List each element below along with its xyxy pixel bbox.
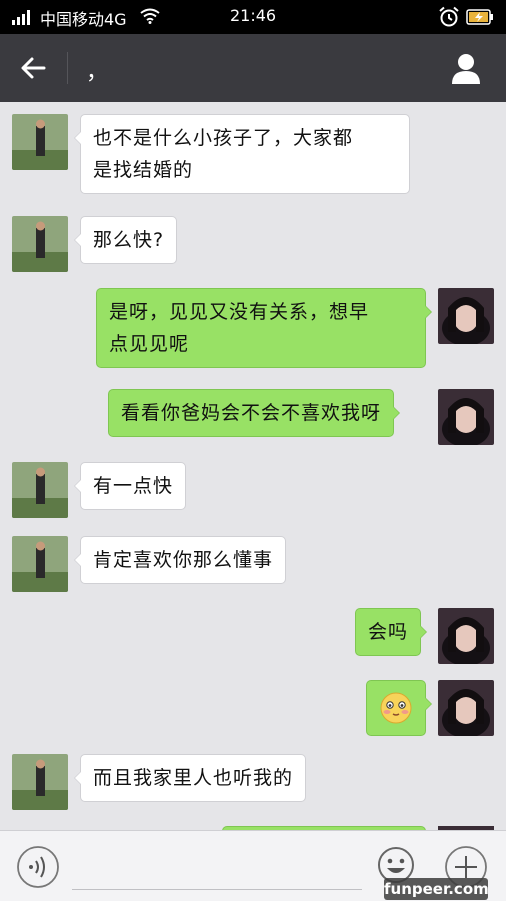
watermark: funpeer.com bbox=[384, 878, 489, 900]
contact-avatar[interactable] bbox=[12, 216, 68, 272]
my-avatar[interactable] bbox=[438, 608, 494, 664]
outgoing-message[interactable] bbox=[366, 680, 432, 736]
message-text: 有一点快 bbox=[93, 475, 174, 497]
contact-avatar[interactable] bbox=[12, 114, 68, 170]
arrow-left-icon bbox=[21, 57, 46, 79]
chat-header: ， bbox=[0, 34, 506, 102]
blushing-face-emoji-icon bbox=[380, 692, 412, 724]
outgoing-message[interactable]: 看看你爸妈会不会不喜欢我呀 bbox=[108, 389, 401, 437]
signal-icon bbox=[12, 10, 30, 25]
message-text: 看看你爸妈会不会不喜欢我呀 bbox=[121, 402, 382, 424]
incoming-message[interactable]: 也不是什么小孩子了，大家都 是找结婚的 bbox=[74, 114, 410, 194]
my-avatar[interactable] bbox=[438, 680, 494, 736]
incoming-message[interactable]: 有一点快 bbox=[73, 462, 187, 510]
message-list[interactable]: 也不是什么小孩子了，大家都 是找结婚的 那么快? 是呀，见见又没有关系，想早 点… bbox=[0, 102, 506, 830]
message-text: 肯定喜欢你那么懂事 bbox=[93, 549, 274, 571]
message-text: 也不是什么小孩子了，大家都 bbox=[93, 127, 354, 149]
voice-input-button[interactable] bbox=[16, 845, 60, 889]
person-icon bbox=[452, 54, 480, 84]
message-text: 而且我家里人也听我的 bbox=[93, 767, 294, 789]
outgoing-message[interactable]: 是呀，见见又没有关系，想早 点见见呢 bbox=[96, 288, 432, 368]
voice-icon bbox=[17, 846, 59, 888]
incoming-message[interactable]: 那么快? bbox=[73, 216, 178, 264]
message-text: 会吗 bbox=[368, 621, 409, 643]
contact-avatar[interactable] bbox=[12, 754, 68, 810]
my-avatar[interactable] bbox=[438, 389, 494, 445]
back-button[interactable] bbox=[14, 50, 54, 86]
alarm-clock-icon bbox=[439, 6, 459, 27]
contact-avatar[interactable] bbox=[12, 462, 68, 518]
contact-info-button[interactable] bbox=[446, 50, 486, 86]
message-text: 是呀，见见又没有关系，想早 bbox=[109, 301, 370, 323]
chat-title: ， bbox=[86, 60, 109, 85]
status-bar: 中国移动4G 21:46 bbox=[0, 0, 506, 34]
message-text: 点见见呢 bbox=[109, 333, 190, 355]
incoming-message[interactable]: 肯定喜欢你那么懂事 bbox=[73, 536, 287, 584]
my-avatar[interactable] bbox=[438, 288, 494, 344]
incoming-message[interactable]: 而且我家里人也听我的 bbox=[73, 754, 307, 802]
message-text: 那么快? bbox=[93, 229, 165, 251]
contact-avatar[interactable] bbox=[12, 536, 68, 592]
wifi-icon bbox=[140, 8, 160, 24]
message-input[interactable] bbox=[72, 889, 362, 890]
header-divider bbox=[67, 52, 68, 84]
outgoing-message[interactable]: 会吗 bbox=[355, 608, 428, 656]
status-time: 21:46 bbox=[230, 6, 277, 25]
battery-charging-icon bbox=[466, 9, 493, 25]
message-text: 是找结婚的 bbox=[93, 159, 194, 181]
carrier-label: 中国移动4G bbox=[40, 10, 127, 29]
